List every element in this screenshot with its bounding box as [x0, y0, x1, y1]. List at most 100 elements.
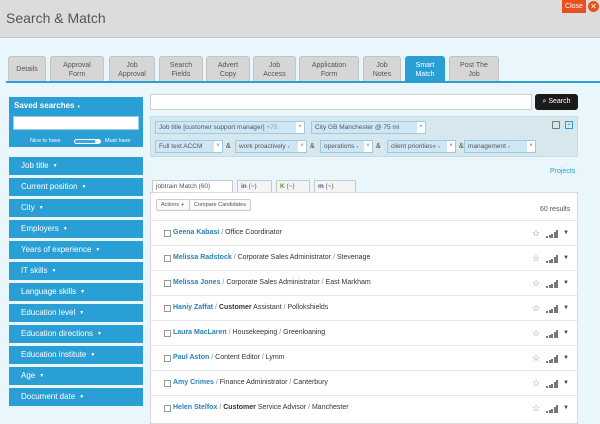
select-checkbox[interactable]: [164, 330, 171, 337]
facet-city[interactable]: City▼: [9, 199, 143, 217]
criteria-chip[interactable]: client priorities«▾×: [387, 140, 456, 153]
remove-chip-icon[interactable]: ×: [527, 141, 535, 152]
candidate-name[interactable]: Melissa Radstock: [173, 254, 232, 261]
facet-education-level[interactable]: Education level▼: [9, 304, 143, 322]
facet-education-directions[interactable]: Education directions▼: [9, 325, 143, 343]
save-icon[interactable]: [552, 121, 560, 129]
candidate-name[interactable]: Haniy Zaffat: [173, 304, 213, 311]
candidate-name[interactable]: Melissa Jones: [173, 279, 220, 286]
saved-searches-input[interactable]: [13, 116, 139, 130]
select-checkbox[interactable]: [164, 305, 171, 312]
star-icon[interactable]: ☆: [532, 221, 540, 245]
search-input[interactable]: [150, 94, 532, 110]
tab-application-form[interactable]: Application Form: [299, 56, 359, 82]
result-tab-3[interactable]: m (~): [314, 180, 356, 192]
select-checkbox[interactable]: [164, 255, 171, 262]
candidate-location: Pollokshields: [287, 304, 328, 311]
criteria-chip[interactable]: operations▾×: [320, 140, 373, 153]
facet-document-date[interactable]: Document date▼: [9, 388, 143, 406]
chip-caret-icon[interactable]: ▾: [438, 144, 440, 149]
row-menu-caret-icon[interactable]: ▼: [563, 396, 569, 420]
candidate-role: Corporate Sales Administrator: [226, 279, 319, 286]
remove-chip-icon[interactable]: ×: [417, 122, 425, 133]
tab-job-access[interactable]: Job Access: [253, 56, 296, 82]
remove-chip-icon[interactable]: ×: [214, 141, 222, 152]
star-icon[interactable]: ☆: [532, 321, 540, 345]
remove-chip-icon[interactable]: ×: [364, 141, 372, 152]
criteria-chip[interactable]: Full text ACCM×: [155, 140, 223, 153]
star-icon[interactable]: ☆: [532, 296, 540, 320]
candidate-role: Service Advisor: [258, 404, 306, 411]
row-menu-caret-icon[interactable]: ▼: [563, 296, 569, 320]
star-icon[interactable]: ☆: [532, 371, 540, 395]
facet-job-title[interactable]: Job title▼: [9, 157, 143, 175]
row-menu-caret-icon[interactable]: ▼: [563, 346, 569, 370]
candidate-name[interactable]: Laura MacLaren: [173, 329, 227, 336]
select-checkbox[interactable]: [164, 380, 171, 387]
sidebar: Saved searches ▼ Nice to have Must have …: [9, 94, 143, 424]
select-checkbox[interactable]: [164, 280, 171, 287]
criteria-chip[interactable]: City GB Manchester @ 75 mi×: [311, 121, 426, 134]
criteria-chip[interactable]: work proactively▾×: [235, 140, 307, 153]
facet-years-of-experience[interactable]: Years of experience▼: [9, 241, 143, 259]
tab-approval-form[interactable]: Approval Form: [50, 56, 104, 82]
select-checkbox[interactable]: [164, 405, 171, 412]
facet-label: City: [21, 203, 35, 212]
importance-slider[interactable]: [74, 139, 101, 144]
tab-details[interactable]: Details: [8, 56, 46, 82]
and-operator: &: [376, 143, 381, 150]
candidate-name[interactable]: Amy Crimes: [173, 379, 214, 386]
separator: /: [284, 304, 286, 311]
star-icon[interactable]: ☆: [532, 396, 540, 420]
facet-age[interactable]: Age▼: [9, 367, 143, 385]
tab-smart-match[interactable]: Smart Match: [405, 56, 445, 82]
remove-chip-icon[interactable]: ×: [296, 122, 304, 133]
candidate-name[interactable]: Geena Kabasi: [173, 229, 219, 236]
chip-caret-icon[interactable]: ▾: [288, 144, 290, 149]
facet-current-position[interactable]: Current position▼: [9, 178, 143, 196]
candidate-name[interactable]: Helen Stelfox: [173, 404, 217, 411]
tab-search-fields[interactable]: Search Fields: [159, 56, 203, 82]
select-checkbox[interactable]: [164, 230, 171, 237]
result-tab-0[interactable]: jobtrain Match (60): [152, 180, 233, 192]
star-icon[interactable]: ☆: [532, 246, 540, 270]
bar: [556, 405, 558, 413]
remove-chip-icon[interactable]: ×: [298, 141, 306, 152]
and-operator: &: [310, 143, 315, 150]
remove-chip-icon[interactable]: ×: [447, 141, 455, 152]
row-menu-caret-icon[interactable]: ▼: [563, 246, 569, 270]
result-tab-2[interactable]: K (~): [276, 180, 310, 192]
star-icon[interactable]: ☆: [532, 271, 540, 295]
tab-post-the-job[interactable]: Post The Job: [449, 56, 499, 82]
candidate-name[interactable]: Paul Aston: [173, 354, 209, 361]
criteria-chip[interactable]: management▾×: [464, 140, 536, 153]
facet-employers[interactable]: Employers▼: [9, 220, 143, 238]
facet-language-skills[interactable]: Language skills▼: [9, 283, 143, 301]
slider-knob[interactable]: [95, 139, 100, 144]
tab-job-approval[interactable]: Job Approval: [109, 56, 155, 82]
tab-advert-copy[interactable]: Advert Copy: [206, 56, 250, 82]
search-button[interactable]: ⌕ Search: [535, 94, 578, 110]
expand-icon[interactable]: +: [565, 121, 573, 129]
result-row: Helen Stelfox / Customer Service Advisor…: [151, 395, 577, 420]
row-menu-caret-icon[interactable]: ▼: [563, 221, 569, 245]
star-icon[interactable]: ☆: [532, 346, 540, 370]
projects-link[interactable]: Projects: [550, 168, 575, 175]
separator: /: [333, 254, 335, 261]
chip-caret-icon[interactable]: ▾: [508, 144, 510, 149]
row-menu-caret-icon[interactable]: ▼: [563, 321, 569, 345]
close-icon[interactable]: ✕: [588, 1, 599, 12]
actions-dropdown[interactable]: Actions ▼: [156, 199, 190, 211]
row-menu-caret-icon[interactable]: ▼: [563, 271, 569, 295]
row-menu-caret-icon[interactable]: ▼: [563, 371, 569, 395]
criteria-chip[interactable]: Job title [customer support manager] +75…: [155, 121, 305, 134]
tab-job-notes[interactable]: Job Notes: [363, 56, 401, 82]
select-checkbox[interactable]: [164, 355, 171, 362]
close-button[interactable]: Close: [562, 0, 586, 13]
source-icon: m: [318, 183, 324, 190]
facet-education-institute[interactable]: Education institute▼: [9, 346, 143, 364]
compare-candidates-button[interactable]: Compare Candidates: [189, 199, 251, 211]
result-tab-1[interactable]: in (~): [237, 180, 272, 192]
facet-it-skills[interactable]: IT skills▼: [9, 262, 143, 280]
chip-caret-icon[interactable]: ▾: [356, 144, 358, 149]
